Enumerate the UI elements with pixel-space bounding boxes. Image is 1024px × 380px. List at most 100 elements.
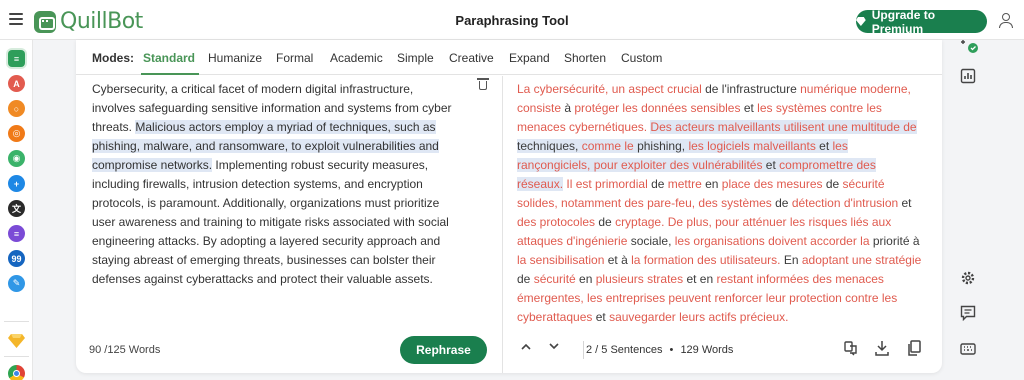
paraphraser-card: Modes: Standard Humanize Formal Academic… [76,40,942,373]
unchanged-phrase: à [912,234,920,248]
changed-phrase[interactable]: La cybersécurité, un aspect crucial [517,82,702,96]
changed-phrase[interactable]: place des mesures [722,177,823,191]
changed-phrase[interactable]: des protocoles [517,215,595,229]
previous-sentence-icon[interactable] [521,343,531,353]
changed-phrase[interactable]: détection d'intrusion [792,196,898,210]
modes-label: Modes: [92,51,134,65]
chat-icon[interactable]: + [8,175,25,192]
right-rail [948,40,1024,380]
changed-phrase[interactable]: sauvegarder leurs actifs précieux. [609,310,788,324]
mode-tab-shorten[interactable]: Shorten [564,51,606,65]
premium-diamond-icon[interactable] [8,332,25,349]
flow-icon[interactable]: ✎ [8,275,25,292]
keyboard-shortcuts-icon[interactable] [960,341,976,357]
changed-phrase[interactable]: adoptant une stratégie [802,253,921,267]
output-sentence[interactable]: Il est primordial de mettre en place des… [517,177,921,324]
active-mode-indicator [141,73,199,75]
mode-tab-humanize[interactable]: Humanize [208,51,262,65]
unchanged-phrase: en [701,177,722,191]
unchanged-phrase: à [561,101,575,115]
pane-divider [502,76,503,373]
unchanged-phrase: et [740,101,758,115]
unchanged-phrase: de [517,272,534,286]
changed-phrase[interactable]: Des acteurs malveillants utilisent une m… [650,120,916,134]
translator-icon[interactable]: 文 [8,200,25,217]
modes-bar: Modes: Standard Humanize Formal Academic… [76,40,942,75]
changed-phrase[interactable]: la formation des utilisateurs. [631,253,780,267]
left-tool-rail: ≡ A ○ ◎ ◉ + 文 ≡ 99 ✎ [0,40,33,380]
unchanged-phrase: phishing, [633,139,689,153]
unchanged-phrase: de l'infrastructure [701,82,801,96]
separator-dot: • [669,344,674,356]
changed-phrase[interactable]: comme le [582,139,634,153]
settings-icon[interactable] [960,270,976,286]
unchanged-phrase: en [575,272,596,286]
changed-phrase[interactable]: mettre [668,177,702,191]
chrome-extension-icon[interactable] [8,365,25,380]
footer-divider [583,341,584,359]
statistics-icon[interactable] [960,68,976,84]
delete-icon[interactable] [477,77,489,91]
output-text-area[interactable]: La cybersécurité, un aspect crucial de l… [517,80,922,327]
changed-phrase[interactable]: la sensibilisation [517,253,604,267]
unchanged-phrase: En [780,253,802,267]
changed-phrase[interactable]: Il est primordial [566,177,647,191]
unchanged-phrase: et [815,139,833,153]
unchanged-phrase: techniques, [517,139,582,153]
unchanged-phrase: et [898,196,912,210]
next-sentence-icon[interactable] [549,343,559,353]
logo-icon [34,10,56,33]
unchanged-phrase: et [592,310,610,324]
unchanged-phrase: priorité [869,234,913,248]
unchanged-phrase: et [762,158,780,172]
upgrade-premium-label: Upgrade to Premium [871,7,936,36]
ai-detector-icon[interactable]: ○ [8,100,25,117]
plagiarism-checker-icon[interactable]: ◎ [8,125,25,142]
grammar-checker-icon[interactable]: A [8,75,25,92]
input-text-area[interactable]: Cybersecurity, a critical facet of moder… [92,80,457,289]
account-icon[interactable] [996,12,1016,30]
upgrade-premium-button[interactable]: Upgrade to Premium [856,7,987,36]
sentence-count: 2 / 5 Sentences [586,344,663,356]
unchanged-phrase: et en [683,272,717,286]
unchanged-phrase: de [771,196,792,210]
mode-tab-custom[interactable]: Custom [621,51,662,65]
mode-tab-academic[interactable]: Academic [330,51,383,65]
unchanged-phrase: à [621,253,628,267]
rail-divider [4,321,29,322]
summarizer-icon[interactable]: ≡ [8,225,25,242]
sentence-counter: 2 / 5 Sentences • 129 Words [586,344,733,356]
quillbot-logo[interactable]: QuillBot [34,9,143,34]
mode-tab-simple[interactable]: Simple [397,51,434,65]
paraphraser-icon[interactable]: ≡ [8,50,25,67]
changed-phrase[interactable]: les logiciels malveillants [688,139,815,153]
feedback-icon[interactable] [960,305,976,322]
changed-phrase[interactable]: protéger les données sensibles [574,101,740,115]
changed-phrase[interactable]: les organisations doivent accorder la [675,234,870,248]
changed-phrase[interactable]: plusieurs strates [596,272,683,286]
copy-icon[interactable] [906,340,922,356]
unchanged-phrase: de [822,177,843,191]
download-icon[interactable] [874,340,890,356]
menu-icon[interactable] [9,13,23,25]
unchanged-phrase: de [595,215,616,229]
compare-icon[interactable] [843,340,859,356]
mode-tab-formal[interactable]: Formal [276,51,313,65]
citation-generator-icon[interactable]: 99 [8,250,25,267]
unchanged-phrase: sociale, [627,234,675,248]
tone-check-icon[interactable] [960,40,978,56]
input-word-count: 90 /125 Words [89,344,161,356]
changed-phrase[interactable]: sécurité [534,272,576,286]
mode-tab-expand[interactable]: Expand [509,51,550,65]
mode-tab-standard[interactable]: Standard [143,51,195,65]
rephrase-button[interactable]: Rephrase [400,336,487,364]
mode-tab-creative[interactable]: Creative [449,51,494,65]
input-sentence: Implementing robust security measures, i… [92,158,449,286]
unchanged-phrase: de [647,177,668,191]
diamond-icon [856,17,866,26]
rail-divider [4,356,29,357]
output-word-count: 129 Words [680,344,734,356]
unchanged-phrase: et [604,253,622,267]
humanizer-icon[interactable]: ◉ [8,150,25,167]
top-bar: QuillBot Paraphrasing Tool Upgrade to Pr… [0,0,1024,40]
